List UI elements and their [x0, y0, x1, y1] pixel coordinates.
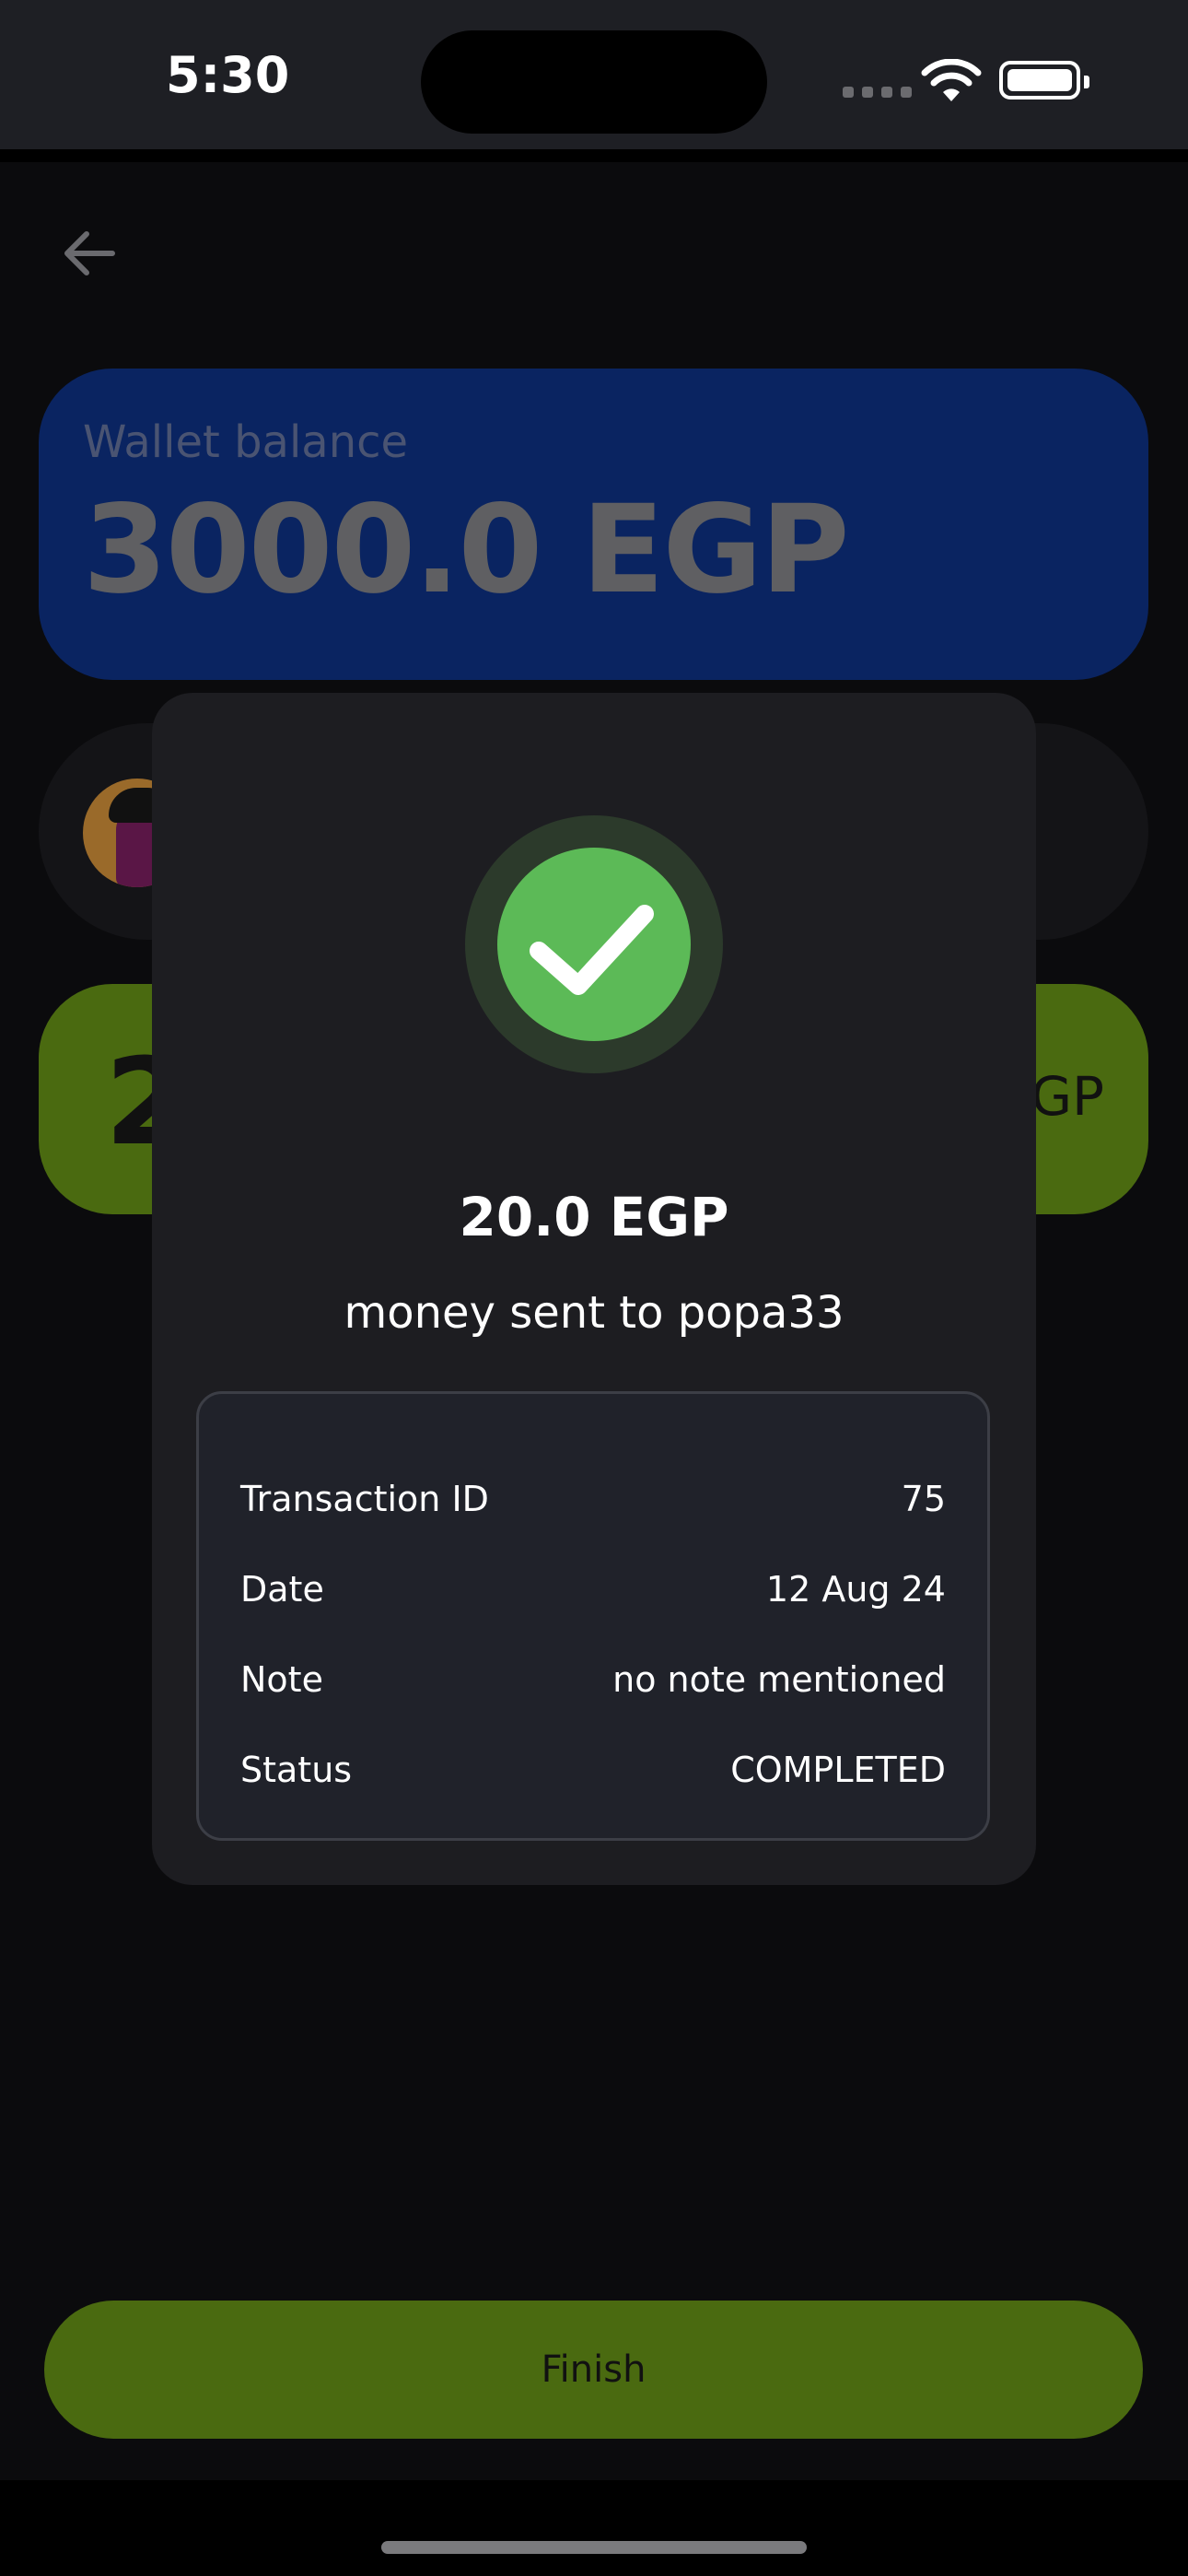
check-icon: [530, 905, 654, 995]
transfer-currency-partial: GP: [1031, 1065, 1104, 1128]
detail-value: COMPLETED: [730, 1750, 946, 1790]
wallet-balance-amount: 3000.0 EGP: [83, 479, 850, 621]
status-bar: 5:30: [0, 0, 1188, 149]
detail-label: Status: [240, 1750, 353, 1790]
detail-label: Note: [240, 1659, 323, 1700]
home-indicator[interactable]: [381, 2541, 807, 2554]
dynamic-island: [421, 30, 767, 134]
success-indicator: [465, 815, 723, 1073]
success-dialog: 20.0 EGP money sent to popa33 Transactio…: [152, 693, 1036, 1885]
detail-row-transaction-id: Transaction ID 75: [240, 1479, 946, 1534]
header-divider: [0, 149, 1188, 162]
battery-icon: [999, 61, 1089, 100]
sent-message: money sent to popa33: [344, 1287, 844, 1339]
detail-value: 12 Aug 24: [765, 1569, 946, 1610]
detail-value: no note mentioned: [612, 1659, 946, 1700]
detail-label: Date: [240, 1569, 324, 1610]
detail-row-status: Status COMPLETED: [240, 1750, 946, 1805]
status-time: 5:30: [166, 46, 290, 104]
detail-label: Transaction ID: [240, 1479, 489, 1519]
detail-value: 75: [901, 1479, 946, 1519]
transaction-details: Transaction ID 75 Date 12 Aug 24 Note no…: [196, 1391, 990, 1841]
bottom-safe-area: [0, 2480, 1188, 2576]
finish-button[interactable]: Finish: [44, 2301, 1143, 2439]
detail-row-date: Date 12 Aug 24: [240, 1569, 946, 1624]
detail-row-note: Note no note mentioned: [240, 1659, 946, 1715]
sent-amount: 20.0 EGP: [459, 1186, 729, 1248]
wallet-balance-label: Wallet balance: [83, 416, 409, 468]
back-arrow-icon[interactable]: [57, 221, 122, 286]
wifi-icon: [921, 59, 982, 101]
signal-icon: [843, 87, 912, 98]
wallet-balance-card: Wallet balance 3000.0 EGP: [39, 369, 1148, 680]
